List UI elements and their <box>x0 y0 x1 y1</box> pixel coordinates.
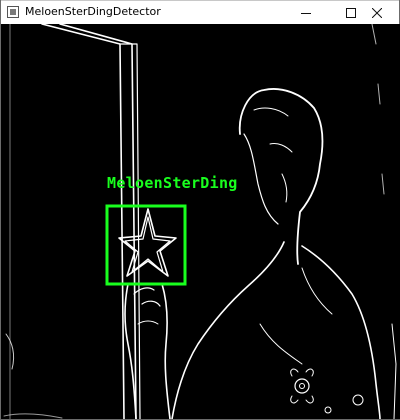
close-icon <box>371 7 382 18</box>
star-object <box>118 208 177 277</box>
app-icon <box>7 6 19 18</box>
door-frame-edge <box>41 24 125 419</box>
title-bar[interactable]: MeloenSterDingDetector <box>1 0 399 24</box>
minimize-button[interactable] <box>283 1 328 24</box>
close-button[interactable] <box>354 1 399 24</box>
detection-label: MeloenSterDing <box>107 174 238 192</box>
camera-frame: MeloenSterDing <box>2 24 400 419</box>
person-outline <box>238 88 324 265</box>
window-title: MeloenSterDingDetector <box>25 5 161 18</box>
edge-image <box>3 24 397 419</box>
app-window: MeloenSterDingDetector MeloenSterDing <box>0 0 400 420</box>
minimize-icon <box>300 12 311 14</box>
